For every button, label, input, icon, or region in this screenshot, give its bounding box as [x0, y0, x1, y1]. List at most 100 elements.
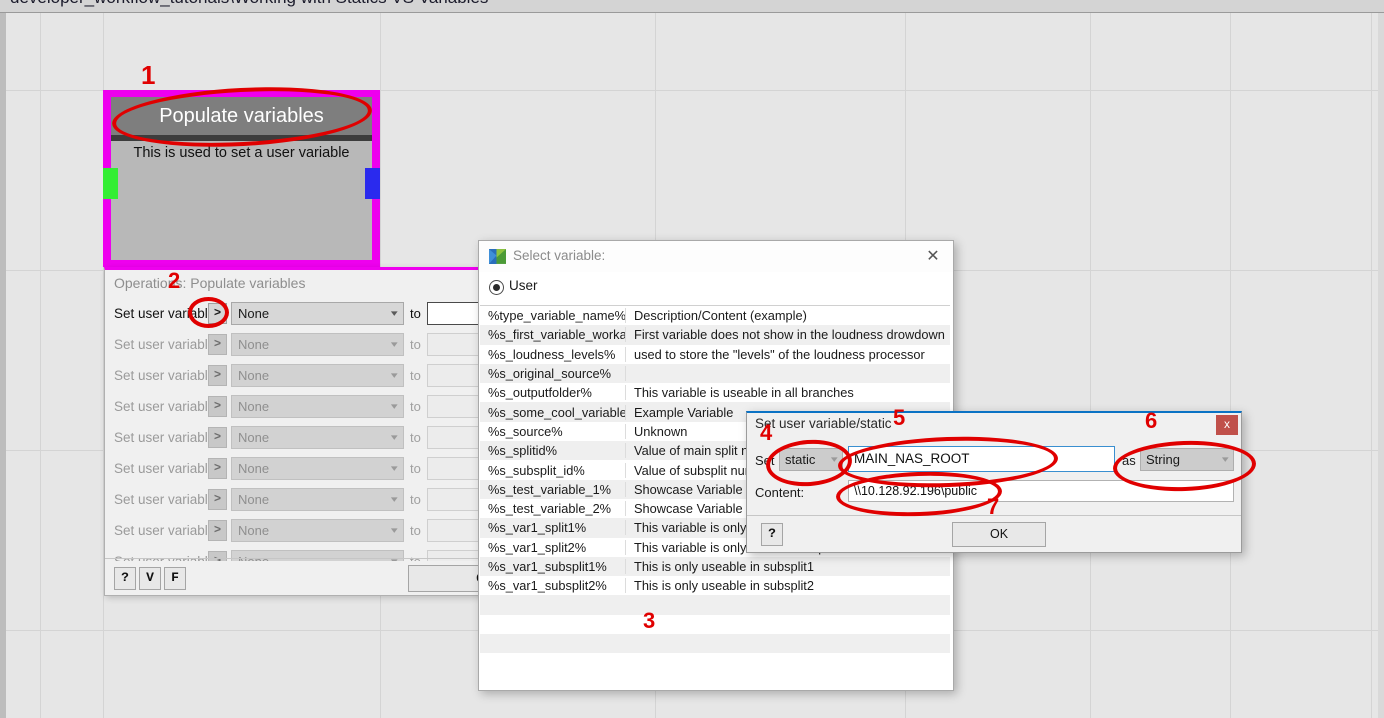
variable-description-cell: This is only useable in subsplit1 [634, 559, 814, 574]
operations-row-to-label: to [410, 492, 421, 507]
variable-name-cell: %s_loudness_levels% [480, 346, 626, 362]
operations-row[interactable]: Set user variable> None ▾ to [114, 298, 491, 329]
chevron-down-icon: ▾ [391, 432, 399, 442]
node-input-connector[interactable] [103, 168, 118, 199]
set-user-variable-footer: ? OK [747, 516, 1241, 552]
variable-list-row[interactable]: %s_original_source% [480, 363, 950, 384]
canvas-right-rail [1378, 12, 1384, 718]
radio-user[interactable] [489, 280, 504, 295]
variable-description-cell: Unknown [634, 423, 688, 439]
operations-row-variable-value: None [238, 430, 270, 445]
help-button[interactable]: ? [761, 523, 783, 546]
operations-row-variable-value: None [238, 337, 270, 352]
annotation-number-6: 6 [1145, 408, 1158, 433]
variable-name-cell: %s_source% [480, 423, 626, 439]
variable-description-cell: used to store the "levels" of the loudne… [634, 346, 925, 362]
grid-line-vertical [1230, 12, 1231, 718]
operations-row-label: Set user variable [114, 523, 216, 538]
operations-row[interactable]: Set user variable> None ▾ to [114, 391, 491, 422]
set-user-variable-dialog[interactable]: Set user variable/static x Set static ▾ … [746, 411, 1242, 553]
variable-list-row[interactable]: %type_variable_name% Description/Content … [480, 306, 950, 326]
operations-row-expand-button[interactable]: > [208, 396, 227, 417]
operations-row[interactable]: Set user variable> None ▾ to [114, 484, 491, 515]
node-output-connector[interactable] [365, 168, 380, 199]
chevron-down-icon: ▾ [1222, 454, 1230, 464]
variable-list-row[interactable]: %s_outputfolder% This variable is useable… [480, 383, 950, 403]
select-variable-title-bar: Select variable: ✕ [479, 241, 953, 273]
variable-name-cell: %s_splitid% [480, 443, 626, 459]
chevron-down-icon: ▾ [391, 308, 399, 318]
operations-row-variable-dropdown[interactable]: None ▾ [231, 457, 404, 480]
operations-footer: ? V F OK [105, 561, 491, 595]
operations-row-variable-dropdown[interactable]: None ▾ [231, 426, 404, 449]
operations-row-expand-button[interactable]: > [208, 427, 227, 448]
variable-description-cell: Example Variable [634, 404, 734, 420]
workflow-node-populate-variables[interactable]: Populate variables This is used to set a… [103, 90, 380, 267]
close-icon[interactable]: x [1216, 415, 1238, 435]
operations-row-list: Set user variable > None ▾ to Set user variab… [114, 298, 491, 577]
annotation-number-7: 7 [987, 494, 1000, 519]
operations-row-label: Set user variable [114, 306, 216, 321]
variable-list-row[interactable]: %s_var1_subsplit2% This is only useable i… [480, 576, 950, 596]
operations-row-variable-value: None [238, 368, 270, 383]
chevron-down-icon: ▾ [831, 454, 839, 464]
content-input[interactable]: \\10.128.92.196\public [848, 480, 1234, 502]
operations-row-variable-dropdown[interactable]: None ▾ [231, 302, 404, 325]
variable-list-row[interactable] [480, 634, 950, 654]
variable-name-input[interactable]: MAIN_NAS_ROOT [848, 446, 1115, 472]
operations-row[interactable]: Set user variable> None ▾ to [114, 453, 491, 484]
operations-row-variable-value: None [238, 492, 270, 507]
node-header[interactable]: Populate variables [111, 97, 372, 135]
operations-row-variable-dropdown[interactable]: None ▾ [231, 519, 404, 542]
operations-row-expand-button[interactable]: > [208, 520, 227, 541]
type-dropdown[interactable]: String ▾ [1140, 448, 1234, 471]
set-user-variable-ok-button[interactable]: OK [952, 522, 1046, 547]
operations-row-expand-button[interactable]: > [208, 458, 227, 479]
mode-dropdown[interactable]: static ▾ [779, 448, 843, 471]
operations-row-to-label: to [410, 523, 421, 538]
operations-row-expand-button[interactable]: > [208, 303, 227, 324]
variable-list-row[interactable]: %s_var1_subsplit1% This is only useable i… [480, 556, 950, 577]
content-label: Content: [755, 485, 805, 500]
operations-row-expand-button[interactable]: > [208, 334, 227, 355]
operations-row-variable-value: None [238, 523, 270, 538]
operations-row-to-label: to [410, 337, 421, 352]
functions-button[interactable]: F [164, 567, 186, 590]
operations-row-variable-dropdown[interactable]: None ▾ [231, 395, 404, 418]
chevron-down-icon: ▾ [391, 525, 399, 535]
variable-name-cell: %type_variable_name% [480, 308, 626, 324]
node-body[interactable]: This is used to set a user variable [111, 141, 372, 260]
operations-row-variable-dropdown[interactable]: None ▾ [231, 364, 404, 387]
operations-row-expand-button[interactable]: > [208, 489, 227, 510]
variable-name-cell: %s_first_variable_worka... [480, 327, 626, 343]
variable-description-cell: Description/Content (example) [634, 308, 807, 324]
operations-row[interactable]: Set user variable> None ▾ to [114, 515, 491, 546]
variable-list-row[interactable] [480, 614, 950, 635]
operations-row-to-label: to [410, 399, 421, 414]
variable-description-cell: First variable does not show in the loud… [634, 327, 945, 343]
variable-list-row[interactable]: %s_loudness_levels% used to store the "le… [480, 344, 950, 364]
operations-row-label: Set user variable [114, 430, 216, 445]
operations-row[interactable]: Set user variable> None ▾ to [114, 422, 491, 453]
node-header-label: Populate variables [159, 105, 324, 127]
operations-row[interactable]: Set user variable> None ▾ to [114, 360, 491, 391]
type-dropdown-value: String [1146, 452, 1180, 467]
variable-list-row[interactable]: %s_first_variable_worka... First variable… [480, 325, 950, 345]
variable-name-cell: %s_test_variable_1% [480, 481, 626, 497]
radio-user-label: User [509, 278, 538, 293]
operations-row-expand-button[interactable]: > [208, 365, 227, 386]
select-variable-scope-bar: User [479, 272, 953, 303]
operations-row[interactable]: Set user variable> None ▾ to [114, 329, 491, 360]
chevron-down-icon: ▾ [391, 463, 399, 473]
variables-button[interactable]: V [139, 567, 161, 590]
grid-line-vertical [40, 12, 41, 718]
mode-dropdown-value: static [785, 452, 816, 467]
operations-panel[interactable]: Operations: Populate variables Set user … [104, 267, 492, 596]
operations-row-variable-dropdown[interactable]: None ▾ [231, 333, 404, 356]
help-button[interactable]: ? [114, 567, 136, 590]
operations-row-variable-dropdown[interactable]: None ▾ [231, 488, 404, 511]
operations-row-to-label: to [410, 461, 421, 476]
variable-list-row[interactable] [480, 595, 950, 615]
close-icon[interactable]: ✕ [923, 247, 943, 267]
chevron-down-icon: ▾ [391, 370, 399, 380]
